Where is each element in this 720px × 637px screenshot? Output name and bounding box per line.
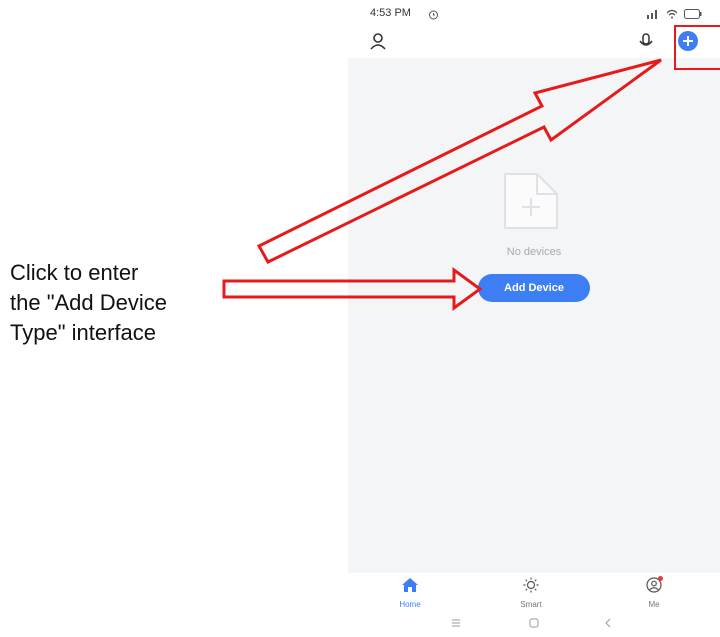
home-icon [401,578,419,597]
instruction-caption: Click to enter the "Add Device Type" int… [10,258,230,348]
alarm-icon [428,7,439,25]
tab-me[interactable]: Me [624,576,684,609]
empty-state-text: No devices [506,246,562,258]
home-nav-icon[interactable] [528,616,540,634]
app-header [348,28,720,58]
sun-icon [522,577,540,597]
tab-home[interactable]: Home [380,577,440,609]
status-bar: 4:53 PM [348,0,720,28]
tab-me-label: Me [648,600,660,609]
add-device-button[interactable]: Add Device [478,274,590,302]
caption-line-3: Type" interface [10,320,156,345]
user-icon[interactable] [368,31,388,56]
tab-smart-label: Smart [520,600,542,609]
caption-line-1: Click to enter [10,260,139,285]
notification-dot [658,576,663,581]
system-nav-bar [348,613,720,637]
menu-nav-icon[interactable] [450,616,462,634]
back-nav-icon[interactable] [602,616,614,634]
status-time: 4:53 PM [370,7,411,19]
empty-document-icon [501,170,561,237]
add-icon-highlight [674,25,720,70]
microphone-icon[interactable] [638,32,654,55]
wifi-icon [666,6,678,24]
tab-smart[interactable]: Smart [501,577,561,609]
profile-icon [645,576,663,598]
bottom-tab-bar: Home Smart Me [348,573,720,613]
status-icons [646,6,702,24]
phone-screen: 4:53 PM No devices Add Device Home Smart… [348,0,720,637]
battery-icon [684,6,702,24]
signal-icon [646,6,660,24]
tab-home-label: Home [399,600,421,609]
caption-line-2: the "Add Device [10,290,168,315]
